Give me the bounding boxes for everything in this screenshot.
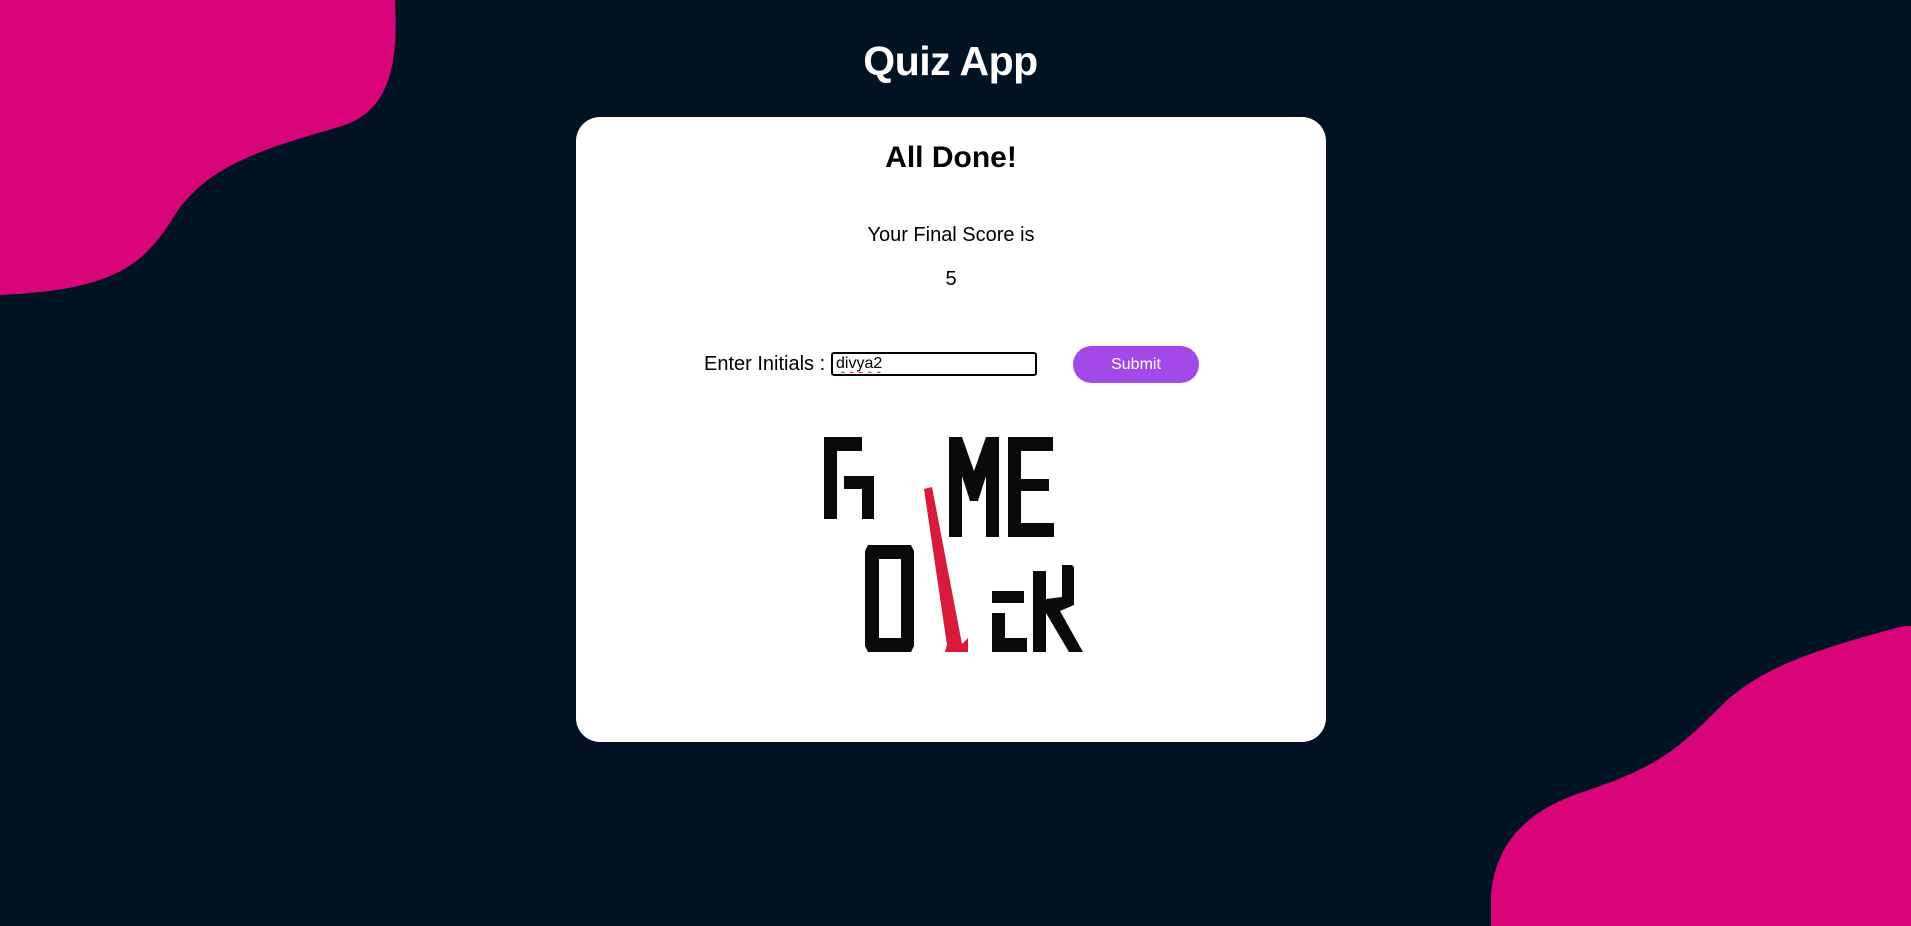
final-score-value: 5	[945, 268, 957, 290]
submit-button[interactable]: Submit	[1073, 346, 1199, 383]
logo-letter-e	[1008, 437, 1054, 537]
logo-letter-m	[949, 437, 999, 537]
final-score-label: Your Final Score is	[867, 224, 1035, 246]
initials-label: Enter Initials :	[704, 353, 826, 375]
initials-input[interactable]	[831, 352, 1037, 376]
logo-letter-o	[865, 545, 914, 652]
result-card: All Done! Your Final Score is 5 Enter In…	[576, 117, 1326, 742]
all-done-heading: All Done!	[885, 141, 1017, 174]
game-over-logo	[824, 437, 1083, 652]
logo-letter-r	[1033, 565, 1083, 652]
app-title: Quiz App	[863, 38, 1038, 84]
logo-letter-e-bottom	[992, 591, 1027, 652]
decorative-blob-bottom-right	[1491, 626, 1911, 926]
logo-letter-g	[824, 437, 874, 519]
